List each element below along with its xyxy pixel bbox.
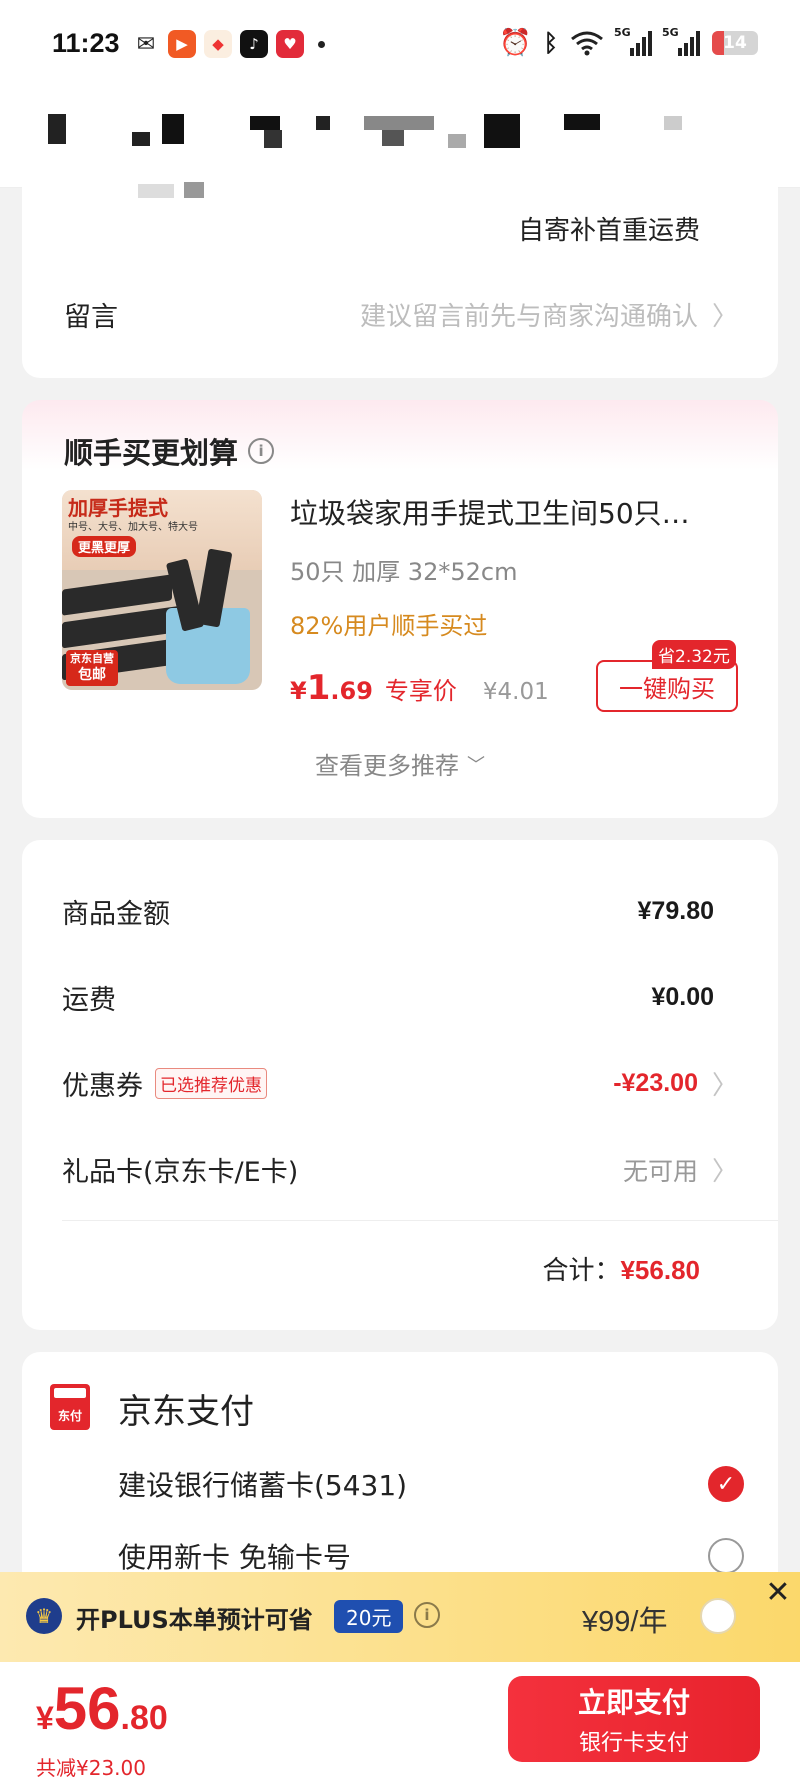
signal-5g-icon: 5G xyxy=(662,26,700,56)
original-price: ¥4.01 xyxy=(482,679,549,705)
recommend-title: 顺手买更划算 i xyxy=(64,430,275,472)
payable-amount: ¥ 56 .80 xyxy=(36,1675,168,1742)
order-info-card: 自寄补首重运费 留言 建议留言前先与商家沟通确认 〉 xyxy=(22,180,778,378)
close-icon[interactable]: ✕ xyxy=(756,1572,800,1612)
coupon-row[interactable]: 优惠券 已选推荐优惠 -¥23.00 〉 xyxy=(62,1064,738,1103)
gift-card-row[interactable]: 礼品卡(京东卡/E卡) 无可用 〉 xyxy=(62,1150,738,1189)
notification-dot-icon xyxy=(318,40,325,48)
product-buyers-note: 82%用户顺手买过 xyxy=(290,612,488,640)
goods-amount-row: 商品金额 ¥79.80 xyxy=(62,897,714,930)
shipping-value: ¥0.00 xyxy=(651,983,714,1011)
pinduoduo-icon: ♥ xyxy=(276,30,304,58)
signal-5g-icon: 5G xyxy=(614,26,652,56)
pay-now-button[interactable]: 立即支付 银行卡支付 xyxy=(508,1676,760,1762)
message-hint: 建议留言前先与商家沟通确认 xyxy=(359,302,698,332)
info-icon[interactable]: i xyxy=(248,438,275,464)
plus-membership-bar[interactable]: ♛ 开PLUS本单预计可省 20元 i ¥99/年 ✕ xyxy=(0,1572,800,1662)
self-operated-badge: 京东自营 包邮 xyxy=(66,649,118,686)
radio-unchecked-icon[interactable] xyxy=(708,1538,744,1574)
payment-option-new-card[interactable]: 使用新卡 免输卡号 xyxy=(118,1536,744,1576)
product-image[interactable]: 加厚手提式 中号、大号、加大号、特大号 更黑更厚 京东自营 包邮 xyxy=(62,490,262,690)
tiktok-icon: ♪ xyxy=(240,30,268,58)
shipping-note: 自寄补首重运费 xyxy=(517,216,700,246)
crown-icon: ♛ xyxy=(26,1598,62,1634)
payment-title: 京东支付 xyxy=(118,1392,254,1432)
more-recommendations-link[interactable]: 查看更多推荐 ﹀ xyxy=(22,746,778,781)
status-indicators: ⏰ ᛒ 5G 5G 14 xyxy=(499,26,758,58)
gift-card-value: 无可用 xyxy=(622,1157,698,1186)
info-icon[interactable]: i xyxy=(414,1602,440,1628)
product-spec: 50只 加厚 32*52cm xyxy=(290,558,518,586)
goods-amount-value: ¥79.80 xyxy=(637,897,714,925)
status-bar: 11:23 ✉ ▶ ◆ ♪ ♥ ⏰ ᛒ 5G 5G 14 xyxy=(0,0,800,92)
message-label: 留言 xyxy=(64,302,118,333)
save-amount-badge: 省2.32元 xyxy=(652,640,736,669)
alarm-icon: ⏰ xyxy=(499,28,532,58)
recommend-card: 顺手买更划算 i 加厚手提式 中号、大号、加大号、特大号 更黑更厚 京东自营 包… xyxy=(22,400,778,818)
video-app-icon: ▶ xyxy=(168,30,196,58)
divider xyxy=(62,1220,778,1221)
coupon-value: -¥23.00 xyxy=(613,1069,698,1097)
status-time: 11:23 xyxy=(52,28,120,58)
bluetooth-icon: ᛒ xyxy=(543,29,558,57)
amounts-card: 商品金额 ¥79.80 运费 ¥0.00 优惠券 已选推荐优惠 -¥23.00 … xyxy=(22,840,778,1330)
address-header-redacted[interactable] xyxy=(0,92,800,188)
payment-option-ccb-debit[interactable]: 建设银行储蓄卡(5431) ✓ xyxy=(118,1464,744,1504)
shipping-row: 运费 ¥0.00 xyxy=(62,983,714,1016)
jd-pay-icon: 东付 xyxy=(50,1384,90,1430)
product-name[interactable]: 垃圾袋家用手提式卫生间50只… xyxy=(290,492,730,532)
plus-promo-text: 开PLUS本单预计可省 xyxy=(76,1606,313,1634)
exclusive-price-label: 专享价 xyxy=(384,677,457,705)
battery-icon: 14 xyxy=(712,31,758,55)
message-row[interactable]: 留言 建议留言前先与商家沟通确认 〉 xyxy=(64,295,738,334)
order-total: 合计：¥56.80 xyxy=(542,1255,700,1286)
product-price: ¥ 1 .69 专享价 ¥4.01 xyxy=(290,668,549,708)
plus-saving-badge: 20元 xyxy=(334,1600,404,1633)
check-icon[interactable]: ✓ xyxy=(708,1466,744,1502)
chevron-right-icon: 〉 xyxy=(711,302,738,332)
wifi-icon xyxy=(571,31,603,56)
checkout-bar: ¥ 56 .80 共减¥23.00 立即支付 银行卡支付 xyxy=(0,1662,800,1786)
shop-app-icon: ◆ xyxy=(204,30,232,58)
total-discount: 共减¥23.00 xyxy=(36,1756,146,1780)
order-total-value: ¥56.80 xyxy=(620,1255,700,1285)
chevron-down-icon: ﹀ xyxy=(467,754,485,776)
plus-select-radio[interactable] xyxy=(700,1598,736,1634)
plus-price: ¥99/年 xyxy=(582,1606,668,1638)
status-app-icons: ✉ ▶ ◆ ♪ ♥ xyxy=(132,30,325,58)
chevron-right-icon: 〉 xyxy=(711,1071,738,1101)
coupon-selected-tag: 已选推荐优惠 xyxy=(155,1068,267,1099)
chevron-right-icon: 〉 xyxy=(711,1157,738,1187)
wechat-icon: ✉ xyxy=(132,30,160,58)
